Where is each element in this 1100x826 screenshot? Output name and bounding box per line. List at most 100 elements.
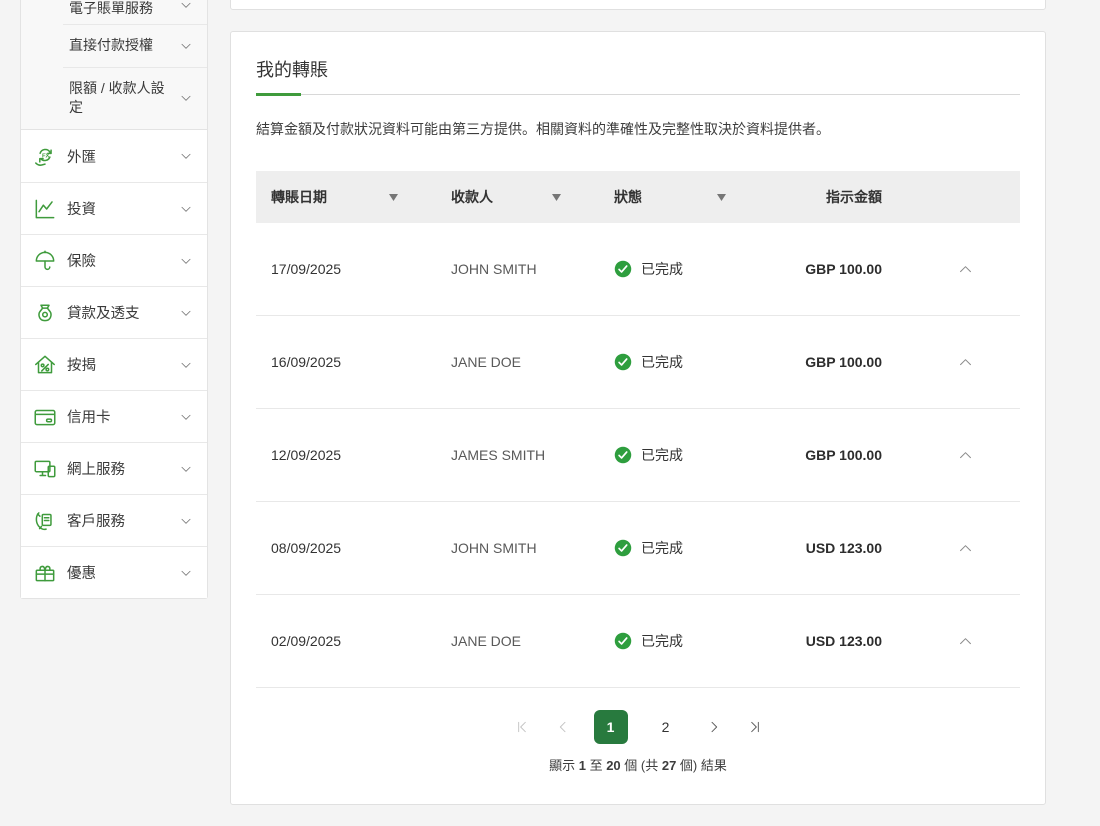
sidebar-item[interactable]: 網上服務 (21, 442, 207, 494)
sidebar-item[interactable]: 按揭 (21, 338, 207, 390)
sidebar-subitem-label: 直接付款授權 (69, 36, 153, 55)
results-summary: 顯示 1 至 20 個 (共 27 個) 結果 (256, 755, 1020, 774)
first-page-button[interactable] (512, 717, 532, 737)
sidebar-subitem[interactable]: 電子賬單服務 (21, 0, 207, 24)
sidebar-subitem[interactable]: 直接付款授權 (21, 24, 207, 67)
status-complete-icon (614, 446, 632, 464)
instructed-amount: GBP 100.00 (764, 354, 910, 370)
payee-name: JANE DOE (436, 354, 599, 370)
table-row: 12/09/2025JAMES SMITH已完成GBP 100.00 (256, 409, 1020, 502)
chevron-down-icon (179, 254, 193, 268)
last-page-button[interactable] (745, 717, 765, 737)
sidebar-submenu: 電子賬單服務直接付款授權限額 / 收款人設定 (21, 0, 207, 130)
payee-name: JANE DOE (436, 633, 599, 649)
collapse-row-button[interactable] (953, 257, 978, 282)
svg-text:FX: FX (42, 154, 50, 160)
column-header-label: 指示金額 (826, 187, 882, 207)
status-complete-icon (614, 539, 632, 557)
chevron-down-icon (179, 306, 193, 320)
transfers-table: 轉賬日期收款人狀態指示金額 17/09/2025JOHN SMITH已完成GBP… (256, 171, 1020, 688)
column-header[interactable]: 收款人 (436, 187, 599, 207)
summary-text-part: 至 (586, 758, 606, 773)
chevron-up-icon (957, 359, 974, 374)
column-header-label: 收款人 (451, 187, 493, 207)
transfer-date: 17/09/2025 (256, 261, 436, 277)
page-number-button[interactable]: 1 (594, 710, 628, 744)
table-body: 17/09/2025JOHN SMITH已完成GBP 100.0016/09/2… (256, 223, 1020, 688)
sidebar-menu: 電子賬單服務直接付款授權限額 / 收款人設定 FX 外匯投資保險貸款及透支按揭信用… (20, 0, 208, 599)
column-header[interactable]: 狀態 (599, 187, 764, 207)
table-row: 08/09/2025JOHN SMITH已完成USD 123.00 (256, 502, 1020, 595)
page-number-button[interactable]: 2 (649, 710, 683, 744)
mortgage-icon (32, 352, 58, 378)
sidebar-item-label: 貸款及透支 (67, 302, 179, 323)
chevron-down-icon (179, 358, 193, 372)
sidebar-item-label: 優惠 (67, 562, 179, 583)
sidebar-item[interactable]: 客戶服務 (21, 494, 207, 546)
sidebar-subitem[interactable]: 限額 / 收款人設定 (21, 67, 207, 129)
column-header: 指示金額 (764, 187, 910, 207)
collapse-row-button[interactable] (953, 629, 978, 654)
chevron-up-icon (957, 545, 974, 560)
chevron-down-icon (179, 566, 193, 580)
table-row: 17/09/2025JOHN SMITH已完成GBP 100.00 (256, 223, 1020, 316)
transfer-date: 02/09/2025 (256, 633, 436, 649)
summary-text-part: 個 (共 (621, 758, 662, 773)
filter-dropdown-icon[interactable] (389, 194, 398, 201)
sidebar-item-label: 外匯 (67, 146, 179, 167)
chevron-up-icon (957, 638, 974, 653)
instructed-amount: USD 123.00 (764, 633, 910, 649)
credit-card-icon (32, 404, 58, 430)
next-page-icon (706, 723, 722, 738)
expand-cell (910, 257, 1020, 282)
expand-cell (910, 536, 1020, 561)
page-title: 我的轉賬 (256, 56, 1020, 82)
customer-service-icon (32, 508, 58, 534)
summary-text-part: 27 (662, 758, 676, 773)
pagination: 12 (256, 710, 1020, 744)
filter-dropdown-icon[interactable] (717, 194, 726, 201)
sidebar-item[interactable]: 貸款及透支 (21, 286, 207, 338)
summary-text-part: 顯示 (549, 758, 579, 773)
loan-icon (32, 300, 58, 326)
sidebar-item-label: 保險 (67, 250, 179, 271)
instructed-amount: GBP 100.00 (764, 447, 910, 463)
chevron-up-icon (957, 452, 974, 467)
instructed-amount: USD 123.00 (764, 540, 910, 556)
payee-name: JAMES SMITH (436, 447, 599, 463)
table-row: 02/09/2025JANE DOE已完成USD 123.00 (256, 595, 1020, 688)
sidebar-item[interactable]: 保險 (21, 234, 207, 286)
expand-cell (910, 629, 1020, 654)
expand-cell (910, 443, 1020, 468)
column-header[interactable]: 轉賬日期 (256, 187, 436, 207)
online-services-icon (32, 456, 58, 482)
sidebar-item-label: 投資 (67, 198, 179, 219)
table-header-row: 轉賬日期 收款人 狀態 指示金額 (256, 171, 1020, 223)
sidebar-items: FX 外匯投資保險貸款及透支按揭信用卡網上服務客戶服務優惠 (21, 130, 207, 598)
last-page-icon (747, 723, 763, 738)
payee-name: JOHN SMITH (436, 540, 599, 556)
investment-icon (32, 196, 58, 222)
first-page-icon (514, 723, 530, 738)
sidebar-item[interactable]: 投資 (21, 182, 207, 234)
status-label: 已完成 (641, 445, 683, 465)
sidebar-item[interactable]: 信用卡 (21, 390, 207, 442)
chevron-up-icon (957, 266, 974, 281)
next-page-button[interactable] (704, 717, 724, 737)
status-cell: 已完成 (599, 538, 764, 558)
collapse-row-button[interactable] (953, 350, 978, 375)
filter-dropdown-icon[interactable] (552, 194, 561, 201)
title-divider (256, 93, 1020, 96)
status-cell: 已完成 (599, 352, 764, 372)
sidebar-item-label: 客戶服務 (67, 510, 179, 531)
prev-page-button[interactable] (553, 717, 573, 737)
sidebar-subitem-label: 限額 / 收款人設定 (69, 79, 173, 117)
sidebar-item[interactable]: FX 外匯 (21, 130, 207, 182)
sidebar-item-label: 網上服務 (67, 458, 179, 479)
summary-text-part: 個) 結果 (676, 758, 727, 773)
collapse-row-button[interactable] (953, 443, 978, 468)
sidebar-item[interactable]: 優惠 (21, 546, 207, 598)
sidebar-item-label: 按揭 (67, 354, 179, 375)
collapse-row-button[interactable] (953, 536, 978, 561)
column-header-label: 轉賬日期 (271, 187, 327, 207)
